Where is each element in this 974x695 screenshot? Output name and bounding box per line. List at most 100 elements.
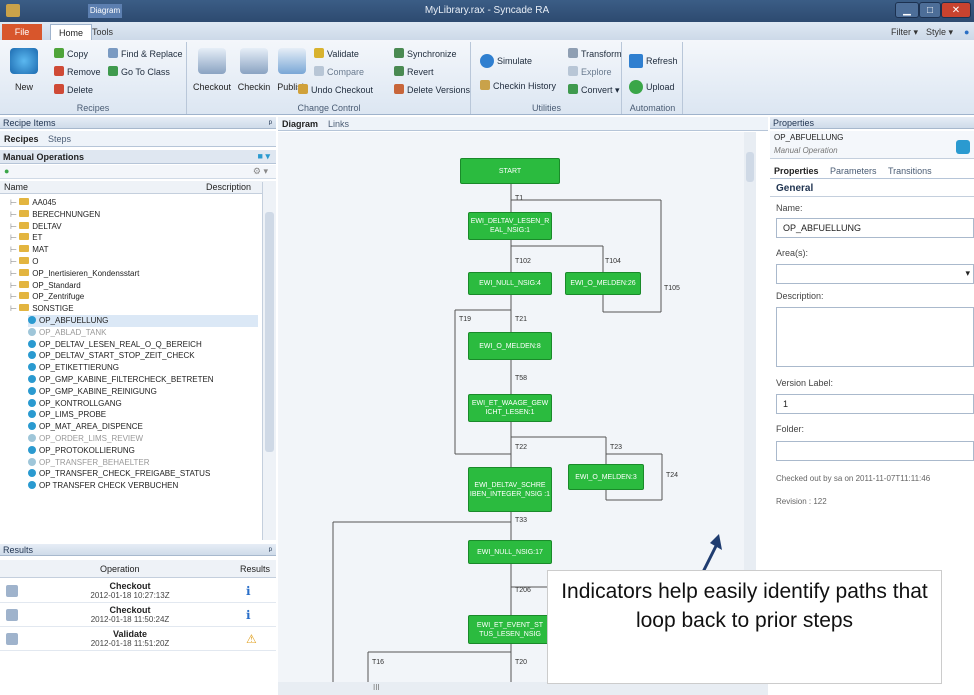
upload-button[interactable]: Upload <box>629 80 675 94</box>
tab-properties[interactable]: Properties <box>774 166 819 176</box>
node-waage-gewicht[interactable]: EWI_ET_WAAGE_GEW ICHT_LESEN:1 <box>468 394 552 422</box>
transition-t24[interactable]: T24 <box>666 472 678 479</box>
tab-file[interactable]: File <box>2 24 42 40</box>
tree-item[interactable]: OP_ORDER_LIMS_REVIEW <box>28 433 143 445</box>
revert-button[interactable]: Revert <box>394 66 434 77</box>
validate-button[interactable]: Validate <box>314 48 359 59</box>
tab-links[interactable]: Links <box>328 119 349 129</box>
minimize-button[interactable]: ▁ <box>895 2 919 18</box>
tab-recipes[interactable]: Recipes <box>4 134 39 144</box>
tree-folder[interactable]: ⊢ OP_Inertisieren_Kondensstart <box>10 268 139 280</box>
expand-icon[interactable]: ⊢ <box>10 245 19 254</box>
expand-icon[interactable]: ⊢ <box>10 210 19 219</box>
tree-item[interactable]: OP_GMP_KABINE_FILTERCHECK_BETRETEN <box>28 374 214 386</box>
checkin-button[interactable]: Checkin <box>234 82 274 92</box>
transition-t206[interactable]: T206 <box>515 587 531 594</box>
result-row[interactable]: Checkout 2012-01-18 10:27:13Z ℹ <box>0 579 276 603</box>
tree-item[interactable]: OP_GMP_KABINE_REINIGUNG <box>28 386 157 398</box>
synchronize-button[interactable]: Synchronize <box>394 48 457 59</box>
results-col-results[interactable]: Results <box>240 564 270 574</box>
result-row[interactable]: Checkout 2012-01-18 11:50:24Z ℹ <box>0 603 276 627</box>
go-to-class-button[interactable]: Go To Class <box>108 66 170 77</box>
expand-icon[interactable]: ⊢ <box>10 269 19 278</box>
convert-button[interactable]: Convert ▾ <box>568 84 620 96</box>
transition-t22[interactable]: T22 <box>515 444 527 451</box>
tree-item[interactable]: OP_ABFUELLUNG <box>28 315 258 327</box>
copy-button[interactable]: Copy <box>54 48 88 59</box>
node-deltav-lesen[interactable]: EWI_DELTAV_LESEN_R EAL_NSIG:1 <box>468 212 552 240</box>
tab-diagram[interactable]: Diagram <box>282 119 318 129</box>
expand-icon[interactable]: ⊢ <box>10 233 19 242</box>
node-o-melden-8[interactable]: EWI_O_MELDEN:8 <box>468 332 552 360</box>
checkout-icon[interactable] <box>198 48 226 74</box>
tree-item[interactable]: OP_TRANSFER_CHECK_FREIGABE_STATUS <box>28 468 210 480</box>
node-o-melden-26[interactable]: EWI_O_MELDEN:26 <box>565 272 641 295</box>
tree-item[interactable]: OP_DELTAV_LESEN_REAL_O_Q_BEREICH <box>28 339 202 351</box>
results-pin-icon[interactable]: ᵖ <box>269 544 272 556</box>
node-o-melden-3[interactable]: EWI_O_MELDEN:3 <box>568 464 644 490</box>
maximize-button[interactable]: □ <box>919 2 941 18</box>
node-deltav-schreiben[interactable]: EWI_DELTAV_SCHRE IBEN_INTEGER_NSIG :1 <box>468 467 552 512</box>
publish-icon[interactable] <box>278 48 306 74</box>
diagram-hscroll-thumb[interactable]: III <box>373 683 380 692</box>
transition-t16[interactable]: T16 <box>372 659 384 666</box>
expand-icon[interactable]: ⊢ <box>10 222 19 231</box>
transition-t33[interactable]: T33 <box>515 517 527 524</box>
transition-t102[interactable]: T102 <box>515 258 531 265</box>
transition-t23[interactable]: T23 <box>610 444 622 451</box>
description-field[interactable] <box>776 307 974 367</box>
transition-t104[interactable]: T104 <box>605 258 621 265</box>
tree-folder[interactable]: ⊢ OP_Zentrifuge <box>10 291 84 303</box>
simulate-button[interactable]: Simulate <box>480 54 532 68</box>
transition-t105[interactable]: T105 <box>664 285 680 292</box>
expand-icon[interactable]: ⊢ <box>10 292 19 301</box>
delete-button[interactable]: Delete <box>54 84 93 95</box>
tree-folder[interactable]: ⊢ DELTAV <box>10 221 62 233</box>
category-dropdown[interactable]: Manual Operations ■ ▾ <box>0 150 276 164</box>
transition-t1[interactable]: T1 <box>515 195 523 202</box>
tree-item[interactable]: OP_LIMS_PROBE <box>28 409 106 421</box>
checkin-icon[interactable] <box>240 48 268 74</box>
explore-button[interactable]: Explore <box>568 66 612 77</box>
transform-button[interactable]: Transform <box>568 48 622 59</box>
tab-tools[interactable]: Tools <box>84 24 121 40</box>
tree-item[interactable]: OP TRANSFER CHECK VERBUCHEN <box>28 480 178 492</box>
new-recipe-icon[interactable] <box>10 48 38 74</box>
checkout-button[interactable]: Checkout <box>190 82 234 92</box>
column-description[interactable]: Description <box>206 182 251 192</box>
tree-item[interactable]: OP_KONTROLLGANG <box>28 398 122 410</box>
help-icon[interactable]: ● <box>956 24 974 40</box>
new-button[interactable]: New <box>6 82 42 92</box>
tab-parameters[interactable]: Parameters <box>830 166 877 176</box>
settings-icon[interactable]: ⚙ ▾ <box>253 166 268 177</box>
refresh-button[interactable]: Refresh <box>629 54 678 68</box>
transition-t20[interactable]: T20 <box>515 659 527 666</box>
info-icon[interactable]: ℹ <box>246 608 251 622</box>
tree-item[interactable]: OP_PROTOKOLLIERUNG <box>28 445 135 457</box>
expand-icon[interactable]: ⊢ <box>10 304 19 313</box>
version-field[interactable]: 1 <box>776 394 974 414</box>
tree-folder[interactable]: ⊢ MAT <box>10 244 49 256</box>
tree-folder[interactable]: ⊢ OP_Standard <box>10 280 81 292</box>
tree-scrollbar[interactable] <box>262 182 276 540</box>
find-replace-button[interactable]: Find & Replace <box>108 48 183 59</box>
diagram-vscroll-thumb[interactable] <box>746 152 754 182</box>
expand-icon[interactable]: ⊢ <box>10 198 19 207</box>
tree-folder[interactable]: ⊢ O <box>10 256 38 268</box>
tree-item[interactable]: OP_DELTAV_START_STOP_ZEIT_CHECK <box>28 350 195 362</box>
delete-versions-button[interactable]: Delete Versions <box>394 84 470 95</box>
tab-transitions[interactable]: Transitions <box>888 166 932 176</box>
style-menu[interactable]: Style ▾ <box>918 24 961 40</box>
node-null-nsig-4[interactable]: EWI_NULL_NSIG:4 <box>468 272 552 295</box>
remove-button[interactable]: Remove <box>54 66 101 77</box>
transition-t19[interactable]: T19 <box>459 316 471 323</box>
result-row[interactable]: Validate 2012-01-18 11:51:20Z ⚠ <box>0 627 276 651</box>
transition-t58[interactable]: T58 <box>515 375 527 382</box>
tree-item[interactable]: OP_ABLAD_TANK <box>28 327 106 339</box>
tree-item[interactable]: OP_ETIKETTIERUNG <box>28 362 119 374</box>
expand-icon[interactable]: ⊢ <box>10 257 19 266</box>
results-col-operation[interactable]: Operation <box>100 564 140 574</box>
node-start[interactable]: START <box>460 158 560 184</box>
pin-icon[interactable]: ᵖ <box>269 117 272 129</box>
undo-checkout-button[interactable]: Undo Checkout <box>298 84 373 95</box>
